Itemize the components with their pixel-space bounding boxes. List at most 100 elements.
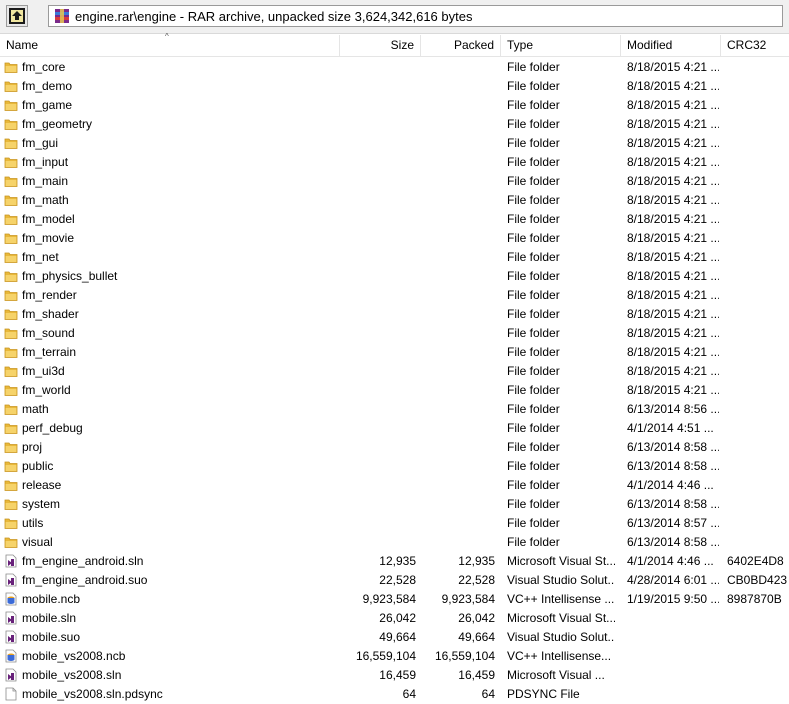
packed-cell: [420, 191, 495, 210]
modified-cell: 8/18/2015 4:21 ...: [627, 136, 719, 150]
modified-cell: 6/13/2014 8:58 ...: [627, 459, 719, 473]
column-header-type[interactable]: Type: [501, 35, 621, 56]
type-cell: File folder: [507, 364, 560, 378]
type-cell: File folder: [507, 345, 560, 359]
file-name-cell: proj: [22, 440, 43, 454]
size-cell: 16,459: [379, 668, 416, 682]
table-row[interactable]: release File folder 4/1/2014 4:46 ...: [0, 476, 789, 495]
table-row[interactable]: fm_ui3d File folder 8/18/2015 4:21 ...: [0, 362, 789, 381]
column-header-size-label: Size: [390, 38, 414, 52]
table-row[interactable]: fm_core File folder 8/18/2015 4:21 ...: [0, 58, 789, 77]
packed-cell: [420, 457, 495, 476]
column-header-name[interactable]: ^ Name: [0, 32, 340, 56]
modified-cell: 6/13/2014 8:57 ...: [627, 516, 719, 530]
size-cell: 64: [402, 687, 416, 701]
crc32-cell: [727, 514, 787, 533]
modified-cell: 8/18/2015 4:21 ...: [627, 383, 719, 397]
table-row[interactable]: fm_input File folder 8/18/2015 4:21 ...: [0, 153, 789, 172]
table-row[interactable]: fm_game File folder 8/18/2015 4:21 ...: [0, 96, 789, 115]
type-cell: File folder: [507, 155, 560, 169]
table-row[interactable]: fm_demo File folder 8/18/2015 4:21 ...: [0, 77, 789, 96]
crc32-cell: [727, 153, 787, 172]
table-row[interactable]: system File folder 6/13/2014 8:58 ...: [0, 495, 789, 514]
table-row[interactable]: proj File folder 6/13/2014 8:58 ...: [0, 438, 789, 457]
packed-cell: [420, 267, 495, 286]
modified-cell: 8/18/2015 4:21 ...: [627, 155, 719, 169]
column-header-crc32[interactable]: CRC32: [721, 35, 789, 56]
modified-cell: 8/18/2015 4:21 ...: [627, 326, 719, 340]
crc32-cell: [727, 229, 787, 248]
file-name-cell: math: [22, 402, 49, 416]
folder-icon: [4, 117, 18, 131]
table-row[interactable]: perf_debug File folder 4/1/2014 4:51 ...: [0, 419, 789, 438]
table-row[interactable]: fm_world File folder 8/18/2015 4:21 ...: [0, 381, 789, 400]
folder-icon: [4, 459, 18, 473]
table-row[interactable]: fm_geometry File folder 8/18/2015 4:21 ...: [0, 115, 789, 134]
column-header-packed[interactable]: Packed: [421, 35, 501, 56]
table-row[interactable]: fm_render File folder 8/18/2015 4:21 ...: [0, 286, 789, 305]
size-cell: 9,923,584: [362, 592, 416, 606]
modified-cell: 8/18/2015 4:21 ...: [627, 364, 719, 378]
table-row[interactable]: fm_math File folder 8/18/2015 4:21 ...: [0, 191, 789, 210]
file-name-cell: mobile_vs2008.sln.pdsync: [22, 687, 163, 701]
table-row[interactable]: fm_net File folder 8/18/2015 4:21 ...: [0, 248, 789, 267]
table-row[interactable]: public File folder 6/13/2014 8:58 ...: [0, 457, 789, 476]
size-cell: [340, 419, 416, 438]
file-name-cell: fm_sound: [22, 326, 75, 340]
up-arrow-icon: [9, 8, 25, 24]
crc32-cell: [727, 134, 787, 153]
folder-icon: [4, 288, 18, 302]
size-cell: [340, 324, 416, 343]
table-row[interactable]: mobile.suo 49,664 49,664 Visual Studio Solu…: [0, 628, 789, 647]
packed-cell: [420, 58, 495, 77]
table-row[interactable]: fm_terrain File folder 8/18/2015 4:21 ...: [0, 343, 789, 362]
table-row[interactable]: fm_main File folder 8/18/2015 4:21 ...: [0, 172, 789, 191]
packed-cell: [420, 134, 495, 153]
table-row[interactable]: mobile.sln 26,042 26,042 Microsoft Visual S…: [0, 609, 789, 628]
size-cell: [340, 267, 416, 286]
column-header-modified[interactable]: Modified: [621, 35, 721, 56]
file-name-cell: fm_core: [22, 60, 66, 74]
table-row[interactable]: fm_physics_bullet File folder 8/18/2015 4:…: [0, 267, 789, 286]
size-cell: [340, 305, 416, 324]
table-row[interactable]: math File folder 6/13/2014 8:56 ...: [0, 400, 789, 419]
modified-cell: 8/18/2015 4:21 ...: [627, 117, 719, 131]
modified-cell: 8/18/2015 4:21 ...: [627, 307, 719, 321]
modified-cell: [627, 628, 719, 647]
type-cell: Microsoft Visual St...: [507, 611, 615, 625]
path-field[interactable]: engine.rar\engine - RAR archive, unpacke…: [48, 5, 783, 27]
table-row[interactable]: mobile_vs2008.sln 16,459 16,459 Microsoft V…: [0, 666, 789, 685]
file-name-cell: fm_physics_bullet: [22, 269, 118, 283]
size-cell: [340, 191, 416, 210]
crc32-cell: [727, 343, 787, 362]
table-row[interactable]: fm_engine_android.sln 12,935 12,935 Microso…: [0, 552, 789, 571]
packed-cell: [420, 248, 495, 267]
table-row[interactable]: mobile_vs2008.sln.pdsync 64 64 PDSYNC File: [0, 685, 789, 704]
table-row[interactable]: visual File folder 6/13/2014 8:58 ...: [0, 533, 789, 552]
table-row[interactable]: fm_movie File folder 8/18/2015 4:21 ...: [0, 229, 789, 248]
table-row[interactable]: fm_gui File folder 8/18/2015 4:21 ...: [0, 134, 789, 153]
file-name-cell: visual: [22, 535, 53, 549]
modified-cell: 8/18/2015 4:21 ...: [627, 98, 719, 112]
packed-cell: 12,935: [458, 554, 495, 568]
table-row[interactable]: mobile_vs2008.ncb 16,559,104 16,559,104 VC+…: [0, 647, 789, 666]
column-header-size[interactable]: Size: [340, 35, 421, 56]
type-cell: Microsoft Visual ...: [507, 668, 605, 682]
crc32-cell: 6402E4D8: [727, 554, 784, 568]
table-row[interactable]: fm_engine_android.suo 22,528 22,528 Visual …: [0, 571, 789, 590]
up-folder-button[interactable]: [6, 5, 28, 27]
size-cell: [340, 210, 416, 229]
table-row[interactable]: fm_model File folder 8/18/2015 4:21 ...: [0, 210, 789, 229]
size-cell: [340, 134, 416, 153]
table-row[interactable]: mobile.ncb 9,923,584 9,923,584 VC++ Intelli…: [0, 590, 789, 609]
folder-icon: [4, 193, 18, 207]
table-row[interactable]: fm_shader File folder 8/18/2015 4:21 ...: [0, 305, 789, 324]
file-name-cell: public: [22, 459, 54, 473]
type-cell: File folder: [507, 440, 560, 454]
table-row[interactable]: utils File folder 6/13/2014 8:57 ...: [0, 514, 789, 533]
packed-cell: [420, 77, 495, 96]
modified-cell: 8/18/2015 4:21 ...: [627, 269, 719, 283]
table-row[interactable]: fm_sound File folder 8/18/2015 4:21 ...: [0, 324, 789, 343]
packed-cell: [420, 362, 495, 381]
crc32-cell: [727, 115, 787, 134]
